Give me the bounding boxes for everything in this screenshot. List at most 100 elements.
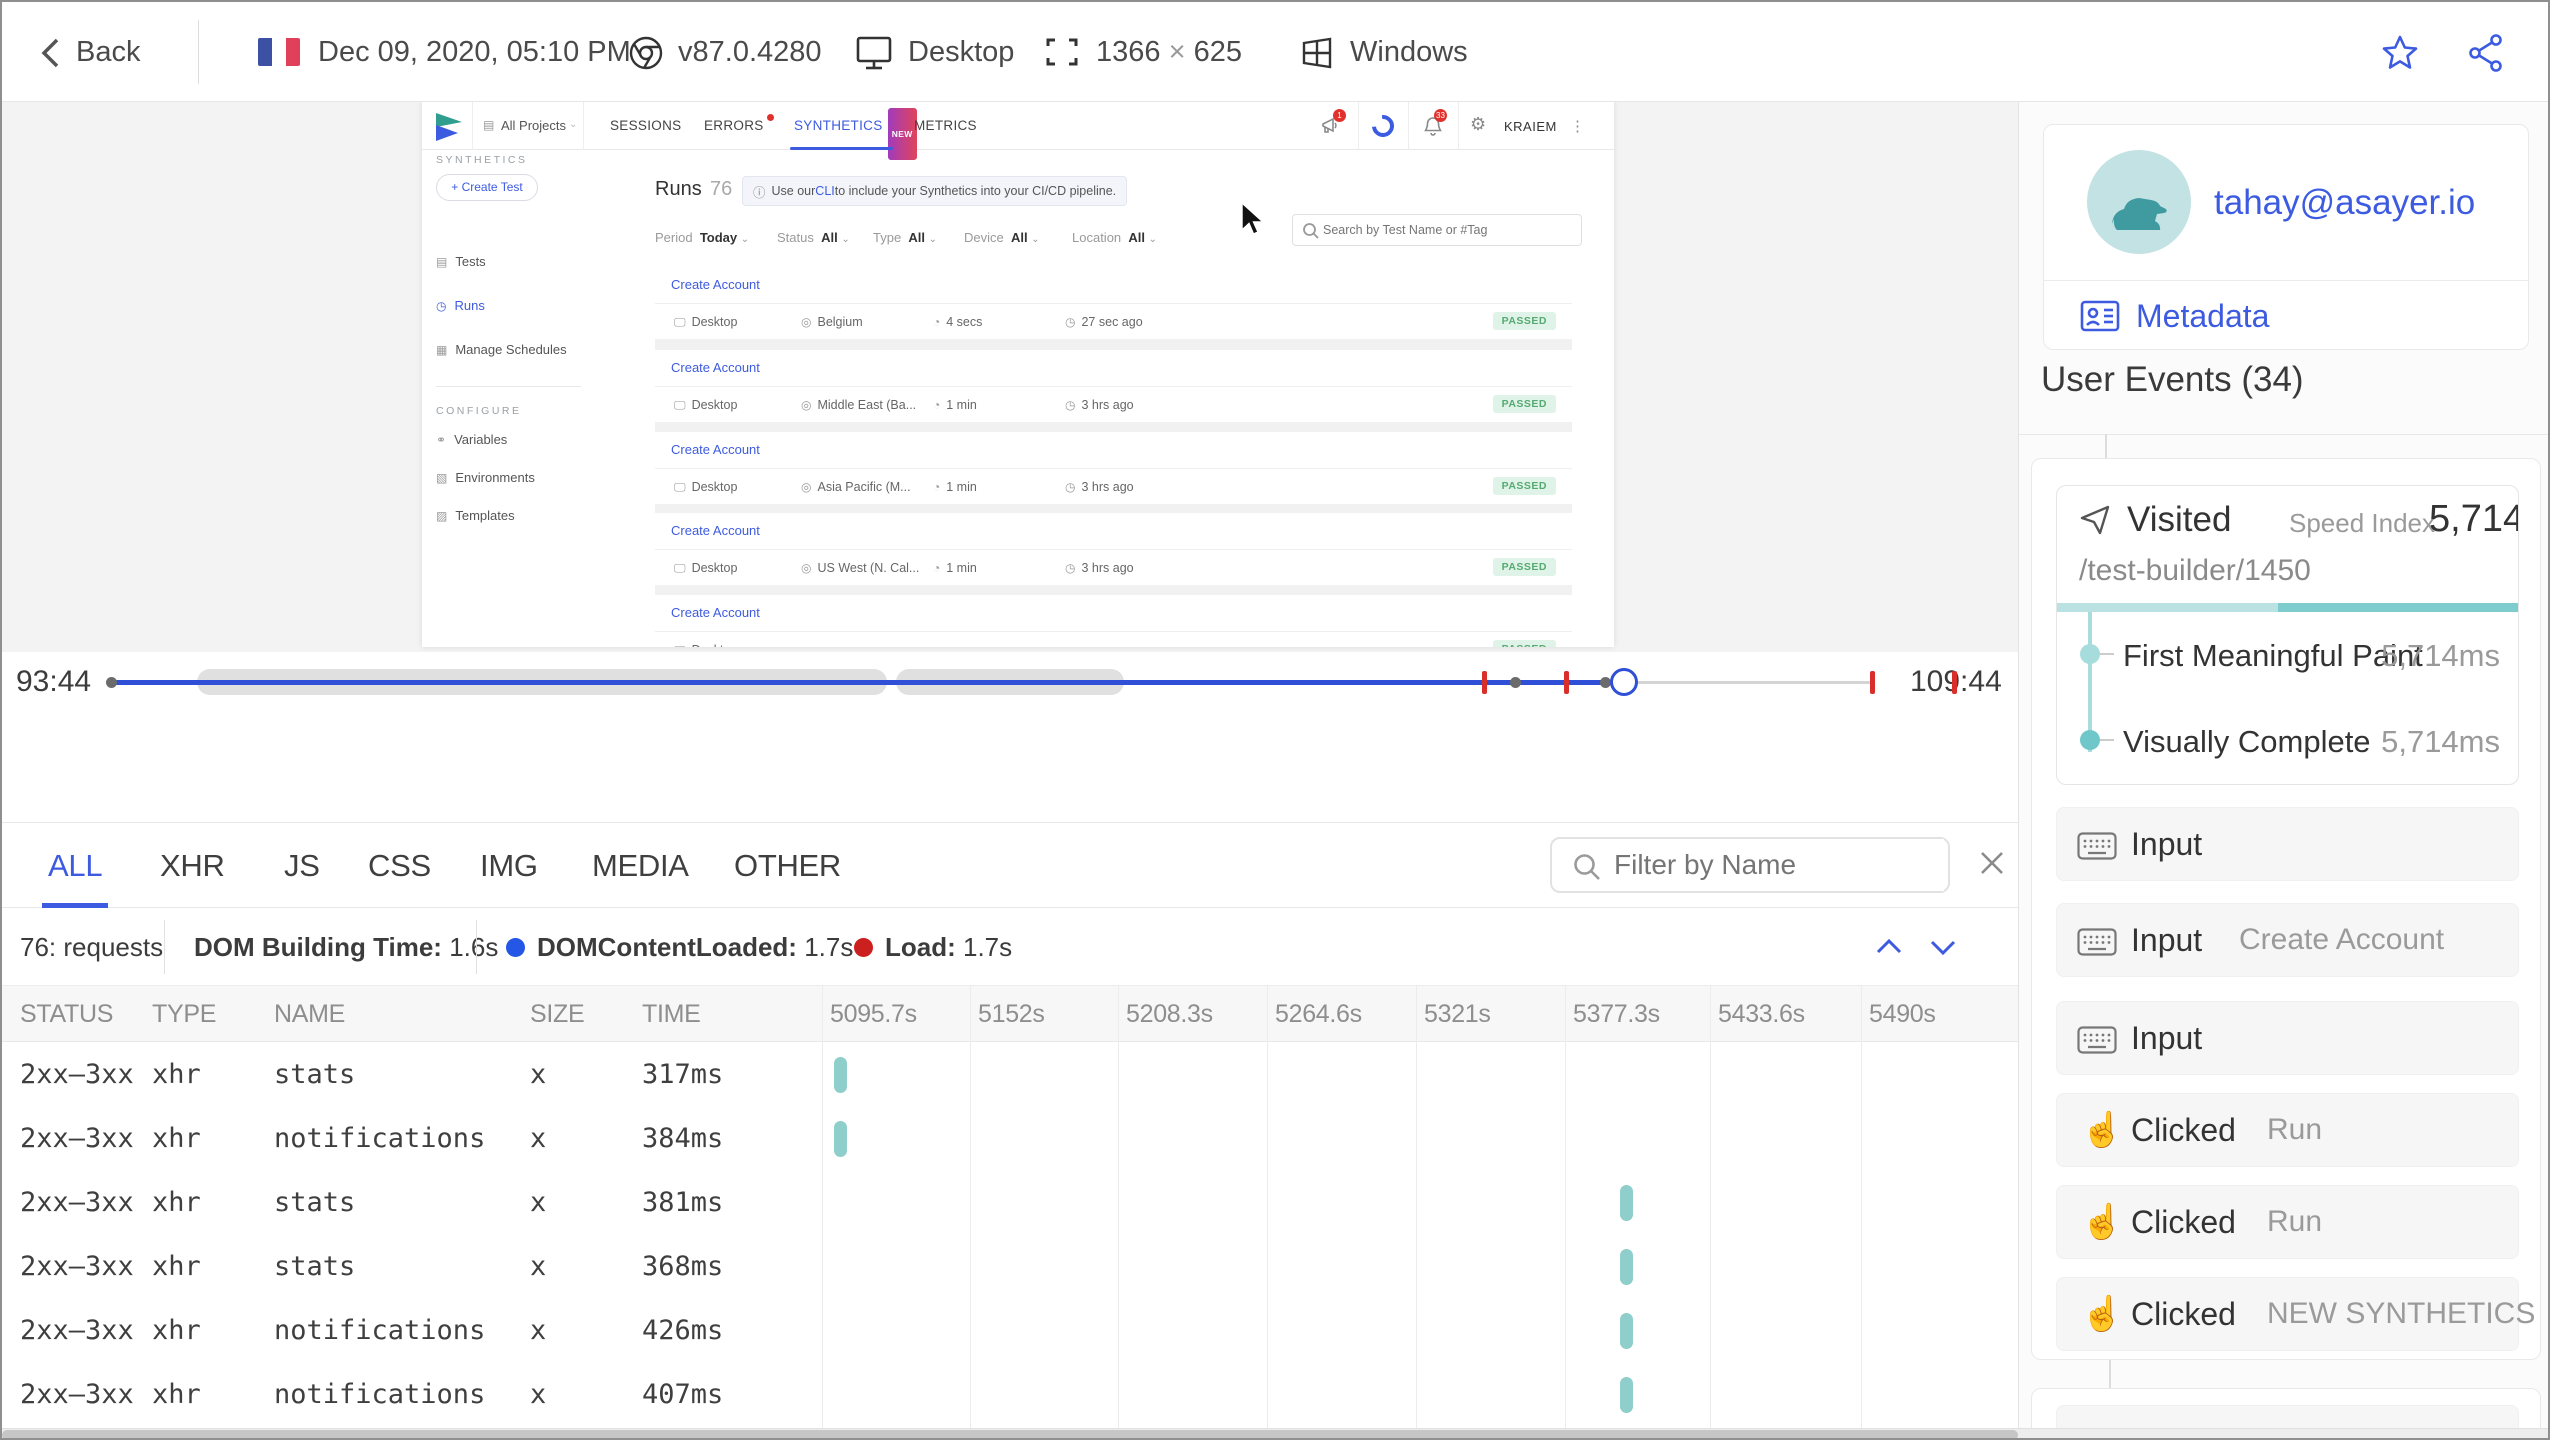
error-event-marker[interactable] (1952, 671, 1957, 694)
run-group[interactable]: Create Account 🖵 Desktop ◎ Asia Pacific (M… (655, 432, 1572, 504)
run-name-link[interactable]: Create Account (671, 513, 760, 549)
event-item-clicked[interactable]: ☝ Clicked NEW SYNTHETICS (2056, 1277, 2535, 1351)
timeline-track[interactable] (106, 652, 1875, 712)
error-event-marker[interactable] (1482, 671, 1487, 694)
run-name-link[interactable]: Create Account (671, 432, 760, 468)
filter-period[interactable]: Period Today ⌄ (655, 230, 749, 245)
scrollbar-thumb[interactable] (2, 1430, 2018, 1438)
error-event-marker[interactable] (1870, 671, 1875, 694)
event-item-input[interactable]: Input (2056, 807, 2519, 881)
run-name-link[interactable]: Create Account (671, 595, 760, 631)
sidebar-item-templates[interactable]: ▨ Templates (436, 508, 515, 523)
run-status-badge: PASSED (1492, 558, 1556, 576)
announcements-icon[interactable]: 1 (1320, 109, 1346, 137)
close-icon[interactable] (1974, 845, 2010, 881)
metadata-row[interactable]: Metadata (2044, 280, 2528, 350)
chevron-down-icon: ⌄ (928, 234, 938, 245)
network-request-row[interactable]: 2xx–3xx xhr stats x 368ms (2, 1235, 2018, 1299)
network-request-row[interactable]: 2xx–3xx xhr notifications x 407ms (2, 1363, 2018, 1427)
tab-metrics[interactable]: METRICS (914, 102, 977, 150)
network-request-row[interactable]: 2xx–3xx xhr notifications x 384ms (2, 1107, 2018, 1171)
run-group[interactable]: Create Account 🖵 Desktop PASSED (655, 595, 1572, 647)
event-action: Input (2131, 1020, 2203, 1056)
run-group[interactable]: Create Account 🖵 Desktop ◎ Middle East (Ba… (655, 350, 1572, 422)
filter-device[interactable]: Device All ⌄ (964, 230, 1040, 245)
app-logo-icon (434, 112, 464, 142)
sidebar-item-runs[interactable]: ◷ Runs (436, 298, 485, 313)
fmp-tick (2100, 653, 2114, 655)
tab-xhr[interactable]: XHR (160, 823, 225, 908)
sidebar-item-tests[interactable]: ▤ Tests (436, 254, 486, 269)
filter-value: All (1010, 230, 1028, 245)
event-item-input[interactable]: Input (2056, 1001, 2519, 1075)
cli-link[interactable]: CLI (815, 184, 834, 198)
resolution-width: 1366 (1096, 36, 1161, 68)
share-icon[interactable] (2466, 33, 2506, 73)
navigate-icon (2079, 504, 2111, 536)
event-item-input[interactable]: Input Create Account (2056, 903, 2519, 977)
back-button[interactable]: Back (76, 2, 140, 102)
dom-building-value: 1.6s (449, 932, 499, 962)
sidebar-item-label: Manage Schedules (455, 342, 567, 357)
network-request-row[interactable]: 2xx–3xx xhr stats x 317ms (2, 1043, 2018, 1107)
back-chevron-icon[interactable] (38, 36, 64, 70)
run-name-link[interactable]: Create Account (671, 350, 760, 386)
playhead-handle[interactable] (1610, 668, 1638, 696)
tab-media[interactable]: MEDIA (592, 823, 689, 908)
sidebar-item-manage-schedules[interactable]: ▦ Manage Schedules (436, 342, 567, 357)
tab-js[interactable]: JS (284, 823, 320, 908)
request-status: 2xx–3xx (20, 1123, 134, 1154)
event-item-clicked[interactable]: ☝ Clicked Run (2056, 1185, 2519, 1259)
run-name-link[interactable]: Create Account (671, 267, 760, 303)
run-group[interactable]: Create Account 🖵 Desktop ◎ US West (N. Cal… (655, 513, 1572, 585)
sidebar-item-variables[interactable]: ⚭ Variables (436, 432, 507, 447)
run-status-badge: PASSED (1492, 477, 1556, 495)
event-item-partial (2056, 1405, 2519, 1429)
request-time: 368ms (642, 1251, 724, 1282)
load-label: Load: (885, 932, 956, 962)
session-replay-window: Back Dec 09, 2020, 05:10 PM v87.0.4280 D… (0, 0, 2550, 1440)
network-request-row[interactable]: 2xx–3xx xhr notifications x 426ms (2, 1299, 2018, 1363)
jump-next-icon[interactable] (1924, 930, 1962, 964)
filter-by-name-input[interactable] (1614, 839, 1944, 891)
favorite-star-icon[interactable] (2380, 33, 2420, 73)
event-item-clicked[interactable]: ☝ Clicked Run (2056, 1093, 2519, 1167)
timeline-start-dot (106, 677, 117, 688)
chevron-down-icon: ⌄ (740, 234, 750, 245)
run-ago: 3 hrs ago (1081, 561, 1134, 575)
tab-img[interactable]: IMG (480, 823, 538, 908)
create-test-button[interactable]: + Create Test (436, 174, 538, 201)
calendar-icon: ▦ (436, 343, 448, 357)
tab-errors[interactable]: ERRORS (704, 102, 774, 150)
domcontentloaded-time: DOMContentLoaded: 1.7s (506, 908, 853, 986)
bell-icon[interactable]: 33 (1422, 109, 1447, 137)
gear-icon[interactable]: ⚙ (1470, 114, 1486, 135)
tab-other[interactable]: OTHER (734, 823, 841, 908)
network-request-row[interactable]: 2xx–3xx xhr stats x 381ms (2, 1171, 2018, 1235)
filter-location[interactable]: Location All ⌄ (1072, 230, 1157, 245)
filter-status[interactable]: Status All ⌄ (777, 230, 850, 245)
tab-all[interactable]: ALL (42, 823, 109, 908)
user-menu[interactable]: KRAIEM (1504, 119, 1557, 134)
user-email[interactable]: tahay@asayer.io (2214, 183, 2475, 223)
filter-type[interactable]: Type All ⌄ (873, 230, 937, 245)
tab-css[interactable]: CSS (368, 823, 431, 908)
filter-field[interactable] (1550, 837, 1950, 893)
run-device: Desktop (691, 398, 738, 412)
error-event-marker[interactable] (1564, 671, 1569, 694)
visited-event-card[interactable]: Visited Speed Index 5,714 /test-builder/… (2056, 485, 2519, 785)
pointer-hand-icon: ☝ (2081, 1111, 2124, 1149)
request-time: 384ms (642, 1123, 724, 1154)
run-group[interactable]: Create Account 🖵 Desktop ◎ Belgium ◔ 4 secs… (655, 267, 1572, 339)
run-duration: 4 secs (946, 315, 983, 329)
jump-prev-icon[interactable] (1870, 930, 1908, 964)
tab-synthetics[interactable]: SYNTHETICS NEW (790, 102, 917, 160)
request-name: notifications (274, 1379, 486, 1410)
sidebar-item-environments[interactable]: ▧ Environments (436, 470, 535, 485)
horizontal-scrollbar[interactable] (2, 1428, 2548, 1438)
header-separator (1458, 102, 1459, 150)
project-selector[interactable]: ▤ All Projects ⌄ (472, 102, 584, 150)
kebab-menu-icon[interactable]: ⋮ (1570, 117, 1585, 135)
test-search-input[interactable] (1292, 214, 1582, 246)
tab-sessions[interactable]: SESSIONS (610, 102, 681, 150)
